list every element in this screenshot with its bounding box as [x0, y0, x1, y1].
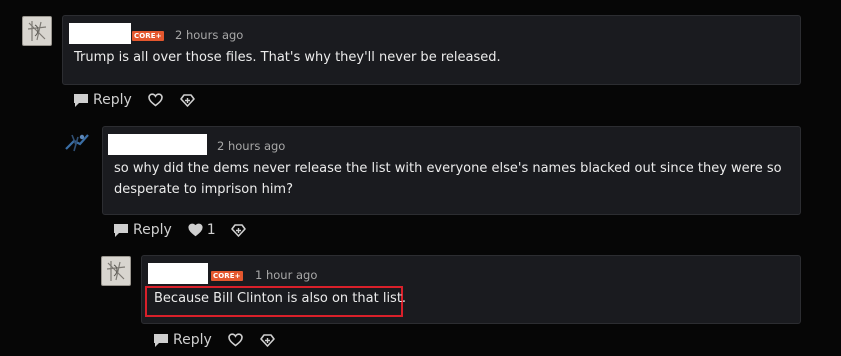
- reply-label: Reply: [133, 222, 172, 238]
- like-count: 1: [206, 222, 216, 238]
- timestamp[interactable]: 1 hour ago: [255, 268, 317, 282]
- speech-bubble-icon: [154, 333, 168, 347]
- repost-icon: [230, 223, 246, 237]
- comment-body-line-2: desperate to imprison him?: [114, 182, 293, 197]
- username-redacted[interactable]: [108, 134, 207, 155]
- core-plus-badge: CORE+: [132, 31, 164, 41]
- timestamp[interactable]: 2 hours ago: [175, 28, 243, 42]
- avatar-figure-icon: [65, 134, 89, 152]
- like-button[interactable]: 1: [188, 222, 216, 238]
- repost-icon: [259, 333, 275, 347]
- reply-button[interactable]: Reply: [73, 92, 132, 108]
- boost-button[interactable]: [259, 333, 276, 348]
- comment-body-line-1: so why did the dems never release the li…: [114, 161, 782, 176]
- heart-icon: [227, 333, 243, 347]
- reply-button[interactable]: Reply: [113, 222, 172, 238]
- comment-card: 2 hours ago so why did the dems never re…: [102, 126, 801, 215]
- avatar[interactable]: [101, 256, 131, 286]
- avatar-sketch-icon: [27, 21, 47, 41]
- comment-actions: Reply: [153, 330, 276, 350]
- avatar[interactable]: [62, 127, 92, 157]
- repost-icon: [179, 93, 195, 107]
- speech-bubble-icon: [114, 223, 128, 237]
- comment-card: CORE+ 2 hours ago Trump is all over thos…: [62, 15, 801, 85]
- speech-bubble-icon: [74, 93, 88, 107]
- username-redacted[interactable]: [69, 23, 131, 44]
- reply-label: Reply: [93, 92, 132, 108]
- like-button[interactable]: [227, 333, 243, 347]
- comment-actions: Reply 1: [113, 220, 247, 240]
- comment-card: CORE+ 1 hour ago Because Bill Clinton is…: [141, 255, 801, 324]
- heart-filled-icon: [188, 223, 203, 237]
- like-button[interactable]: [147, 93, 163, 107]
- comment-body: Trump is all over those files. That's wh…: [74, 50, 501, 65]
- heart-icon: [147, 93, 163, 107]
- timestamp[interactable]: 2 hours ago: [217, 139, 285, 153]
- comment-body: Because Bill Clinton is also on that lis…: [154, 291, 407, 306]
- reply-button[interactable]: Reply: [153, 332, 212, 348]
- comment-actions: Reply: [73, 90, 196, 110]
- avatar[interactable]: [22, 16, 52, 46]
- boost-button[interactable]: [179, 93, 196, 108]
- avatar-sketch-icon: [106, 261, 126, 281]
- boost-button[interactable]: [230, 223, 247, 238]
- username-redacted[interactable]: [148, 263, 208, 284]
- comment-thread: CORE+ 2 hours ago Trump is all over thos…: [0, 0, 841, 356]
- reply-label: Reply: [173, 332, 212, 348]
- core-plus-badge: CORE+: [211, 271, 243, 281]
